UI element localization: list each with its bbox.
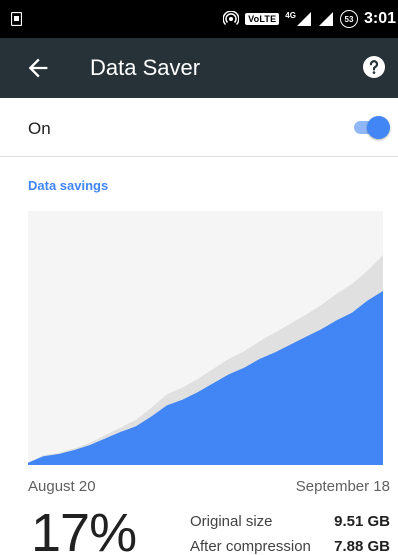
data-savings-chart [28,211,383,465]
original-size-label: Original size [190,513,273,530]
page-title: Data Saver [90,55,201,80]
help-icon[interactable] [362,55,386,79]
data-saver-toggle-row[interactable]: On [0,98,398,157]
arrow-back-icon[interactable] [24,54,52,82]
clock: 3:01 [363,10,396,27]
data-saver-switch[interactable] [352,116,390,139]
signal-icon [318,11,334,27]
original-size-value: 9.51 GB [334,513,390,530]
section-header: Data savings [28,178,109,193]
after-compression-value: 7.88 GB [334,538,390,555]
battery-level: 53 [344,14,354,24]
hotspot-icon [223,11,240,27]
after-compression-label: After compression [190,538,311,555]
network-signal-icon: 4G [285,11,312,27]
chart-start-date: August 20 [28,478,96,495]
switch-thumb [367,116,390,139]
status-bar: VoLTE 4G 53 3:01 [0,0,398,38]
network-type: 4G [285,10,296,20]
savings-percent: 17% [31,503,137,555]
status-icons: VoLTE 4G 53 3:01 [223,0,398,38]
volte-badge: VoLTE [245,13,280,25]
app-bar: Data Saver [0,38,398,98]
battery-icon: 53 [339,10,358,28]
toggle-label: On [28,119,51,138]
notification-icon [11,12,22,26]
chart-end-date: September 18 [295,478,390,495]
